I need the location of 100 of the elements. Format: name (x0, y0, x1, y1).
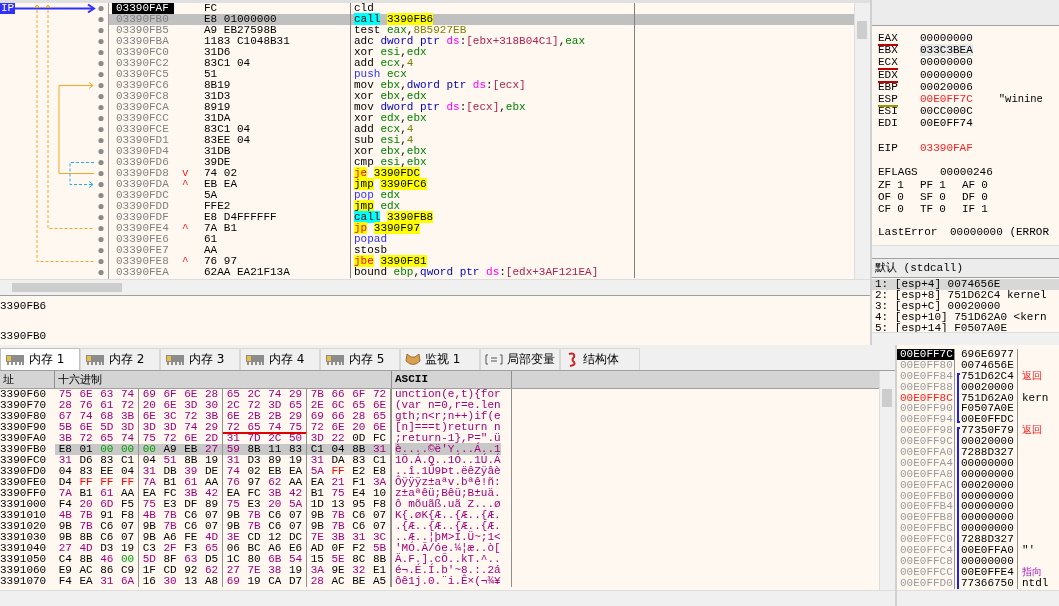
breakpoint-dot-icon[interactable] (98, 269, 104, 276)
breakpoint-dot-icon[interactable] (98, 93, 104, 100)
register-value[interactable]: 03390FAF (920, 141, 973, 154)
tab[interactable]: 内存 1 (0, 348, 80, 370)
breakpoint-dot-icon[interactable] (98, 16, 104, 23)
tab[interactable]: 内存 5 (320, 348, 400, 370)
disassembly-row[interactable]: 03390FEA 62AA EA21F13A bound ebp,qword ptr ds:[edx+3AF121EA] (109, 267, 854, 278)
memory-row[interactable]: 3390F60 75 6E 63 74 69 6F 6E 28 65 2C 74 29 7B 66 6F 72 unction(e,t){for (0, 389, 879, 400)
address-cell[interactable]: 00E0FF7C (897, 349, 955, 360)
disassembly-row[interactable]: 03390FCC 31DA xor edx,ebx (109, 113, 854, 124)
horizontal-scrollbar[interactable] (872, 245, 1059, 258)
breakpoint-dot-icon[interactable] (98, 214, 104, 221)
memory-row[interactable]: 3390F70 28 76 61 72 20 6E 3D 30 2C 72 3D 65 2E 6C 65 6E (var n=0,r=e.len (0, 400, 879, 411)
breakpoint-dot-icon[interactable] (98, 247, 104, 254)
flag-value[interactable]: 0 (981, 191, 988, 204)
flag-value[interactable]: 0 (939, 203, 946, 216)
memory-row[interactable]: 3390F90 5B 6E 5D 3D 3D 3D 74 29 72 65 74 75 72 6E 20 6E [n]===t)return n (0, 422, 879, 433)
tab[interactable]: 内存 4 (240, 348, 320, 370)
breakpoint-dot-icon[interactable] (98, 203, 104, 210)
flag-value[interactable]: 0 (939, 191, 946, 204)
disassembly-row[interactable]: 03390FB0 E8 01000000 call 3390FB6 (109, 14, 854, 25)
breakpoint-dot-icon[interactable] (98, 170, 104, 177)
breakpoint-dot-icon[interactable] (98, 181, 104, 188)
memory-row[interactable]: 3390F80 67 74 68 3B 6E 3C 72 3B 6E 2B 2B 29 69 66 28 65 gth;n<r;n++)if(e (0, 411, 879, 422)
memory-row[interactable]: 3391060 E9 AC 86 C9 1F CD 92 62 27 7E 38 19 3A 9E 32 E1 é¬.É.Í.b'~8.:.2á (0, 565, 879, 576)
horizontal-scrollbar[interactable] (872, 332, 1059, 345)
breakpoint-dot-icon[interactable] (98, 192, 104, 199)
disassembly-row[interactable]: 03390FC0 31D6 xor esi,edx (109, 47, 854, 58)
argument-row[interactable]: 2: [esp+8] 751D62C4 kernel (872, 290, 1059, 301)
register-value[interactable]: 00000000 (920, 68, 973, 81)
vertical-scrollbar[interactable] (854, 3, 870, 279)
memory-row[interactable]: 3391030 9B 8B C6 07 9B A6 FE 4D 3E CD 12 DC 7E 3B 31 3C ..Æ..¦þM>Í.Ü~;1< (0, 532, 879, 543)
register-value[interactable]: 00000246 (940, 165, 993, 178)
disassembly-row[interactable]: 03390FE8 ^ 76 97 jbe 3390F81 (109, 256, 854, 267)
tab[interactable]: 监视 1 (400, 348, 480, 370)
breakpoint-dot-icon[interactable] (98, 137, 104, 144)
memory-row[interactable]: 3391000 F4 20 6D F5 75 E3 DF 89 75 E3 20 5A 1D 13 95 F8 ô mõuãß.uã Z...ø (0, 499, 879, 510)
memory-row[interactable]: 3391070 F4 EA 31 6A 16 30 13 A8 69 19 CA D7 28 AC BE A5 ôê1j.0.¨i.Ê×(¬¾¥ (0, 576, 879, 587)
breakpoint-dot-icon[interactable] (98, 236, 104, 243)
memory-row[interactable]: 3391020 9B 7B C6 07 9B 7B C6 07 9B 7B C6 07 9B 7B C6 07 .{Æ..{Æ..{Æ..{Æ. (0, 521, 879, 532)
breakpoint-dot-icon[interactable] (98, 258, 104, 265)
disassembly-row[interactable]: 03390FBA 1183 C1048B31 adc dword ptr ds:[ebx+318B04C1],eax (109, 36, 854, 47)
tab[interactable]: 结构体 (560, 348, 640, 370)
memory-row[interactable]: 3390FF0 7A B1 61 AA EA FC 3B 42 EA FC 3B 42 B1 75 E4 10 z±aªêü;Bêü;B±uä. (0, 488, 879, 499)
column-header[interactable]: 址 (0, 371, 55, 388)
column-header[interactable]: ASCII (392, 371, 512, 388)
disassembly-row[interactable]: 03390FCE 83C1 04 add ecx,4 (109, 124, 854, 135)
register-value[interactable]: 033C3BEA (920, 44, 973, 57)
horizontal-scrollbar[interactable] (897, 590, 1059, 606)
breakpoint-dot-icon[interactable] (98, 104, 104, 111)
breakpoint-dot-icon[interactable] (98, 60, 104, 67)
argument-row[interactable]: 3: [esp+C] 00020000 (872, 301, 1059, 312)
disassembly-row[interactable]: 03390FC2 83C1 04 add ecx,4 (109, 58, 854, 69)
breakpoint-dot-icon[interactable] (98, 82, 104, 89)
tab[interactable]: 内存 2 (80, 348, 160, 370)
breakpoint-dot-icon[interactable] (98, 49, 104, 56)
memory-row[interactable]: 3390FC0 31 D6 83 C1 04 51 8B 19 31 D3 89 19 31 DA 83 C1 1Ö.Á.Q..1Ó..1Ú.Á (0, 455, 879, 466)
memory-row[interactable]: 3390FD0 04 83 EE 04 31 DB 39 DE 74 02 EB EA 5A FF E2 E8 ..î.1Û9Þt.ëêZÿâè (0, 466, 879, 477)
vertical-scrollbar[interactable] (879, 371, 895, 590)
argument-row[interactable]: 4: [esp+10] 751D62A0 <kern (872, 312, 1059, 323)
column-header[interactable]: 十六进制 (55, 371, 392, 388)
disassembly-row[interactable]: 03390FC6 8B19 mov ebx,dword ptr ds:[ecx] (109, 80, 854, 91)
breakpoint-dot-icon[interactable] (98, 148, 104, 155)
disassembly-row[interactable]: 03390FC5 51 push ecx (109, 69, 854, 80)
register-value[interactable]: 00000000 (920, 32, 973, 45)
breakpoint-dot-icon[interactable] (98, 115, 104, 122)
disassembly-row[interactable]: 03390FD4 31DB xor ebx,ebx (109, 146, 854, 157)
disassembly-row[interactable]: 03390FE6 61 popad (109, 234, 854, 245)
calling-convention-header[interactable]: 默认 (stdcall) (872, 258, 1059, 278)
breakpoint-dot-icon[interactable] (98, 225, 104, 232)
memory-row[interactable]: 3390FE0 D4 FF FF FF 7A B1 61 AA 76 97 62 AA EA 21 F1 3A Ôÿÿÿz±aªv.bªê!ñ: (0, 477, 879, 488)
flag-value[interactable]: 1 (981, 203, 988, 216)
argument-row[interactable]: 1: [esp+4] 0074656E (872, 279, 1059, 290)
tab[interactable]: 局部变量 (480, 348, 560, 370)
disassembly-row[interactable]: 03390FD1 83EE 04 sub esi,4 (109, 135, 854, 146)
register-value[interactable]: 00E0FF74 (920, 117, 973, 130)
tab[interactable]: 内存 3 (160, 348, 240, 370)
disassembly-row[interactable]: 03390FCA 8919 mov dword ptr ds:[ecx],ebx (109, 102, 854, 113)
breakpoint-dot-icon[interactable] (98, 71, 104, 78)
flag-value[interactable]: 0 (981, 178, 988, 192)
flag-value[interactable]: 0 (897, 203, 904, 216)
register-value[interactable]: 00020006 (920, 80, 973, 93)
address-cell[interactable]: 00E0FF8C (897, 392, 955, 404)
horizontal-scrollbar[interactable] (0, 590, 895, 606)
flag-value[interactable]: 0 (897, 191, 904, 204)
breakpoint-dot-icon[interactable] (98, 159, 104, 166)
register-value[interactable]: 00E0FF7C (920, 92, 973, 106)
horizontal-scrollbar[interactable] (0, 279, 870, 295)
memory-row[interactable]: 3391040 27 4D D3 19 C3 2F F3 65 06 BC A6 E6 AD 0F F2 5B 'MÓ.Ã/óe.¼¦æ..ò[ (0, 543, 879, 554)
disassembly-row[interactable]: 03390FB5 A9 EB27598B test eax,8B5927EB (109, 25, 854, 36)
breakpoint-dot-icon[interactable] (98, 27, 104, 34)
disassembly-row[interactable]: 03390FC8 31D3 xor ebx,edx (109, 91, 854, 102)
flag-value[interactable]: 1 (897, 178, 904, 192)
breakpoint-dot-icon[interactable] (98, 5, 104, 12)
register-value[interactable]: 00000000 (920, 56, 973, 69)
breakpoint-dot-icon[interactable] (98, 38, 104, 45)
flag-value[interactable]: 1 (939, 178, 946, 192)
register-value[interactable]: 00CC000C (920, 105, 973, 118)
memory-row[interactable]: 3391010 4B 7B 91 F8 4B 7B C6 07 9B 7B C6 07 9B 7B C6 07 K{.øK{Æ..{Æ..{Æ. (0, 510, 879, 521)
memory-row[interactable]: 3391050 C4 8B 46 00 5D 8F 63 D5 1C 80 6B 54 15 5E 8C 8B Ä.F.].cÕ..kT.^.. (0, 554, 879, 565)
